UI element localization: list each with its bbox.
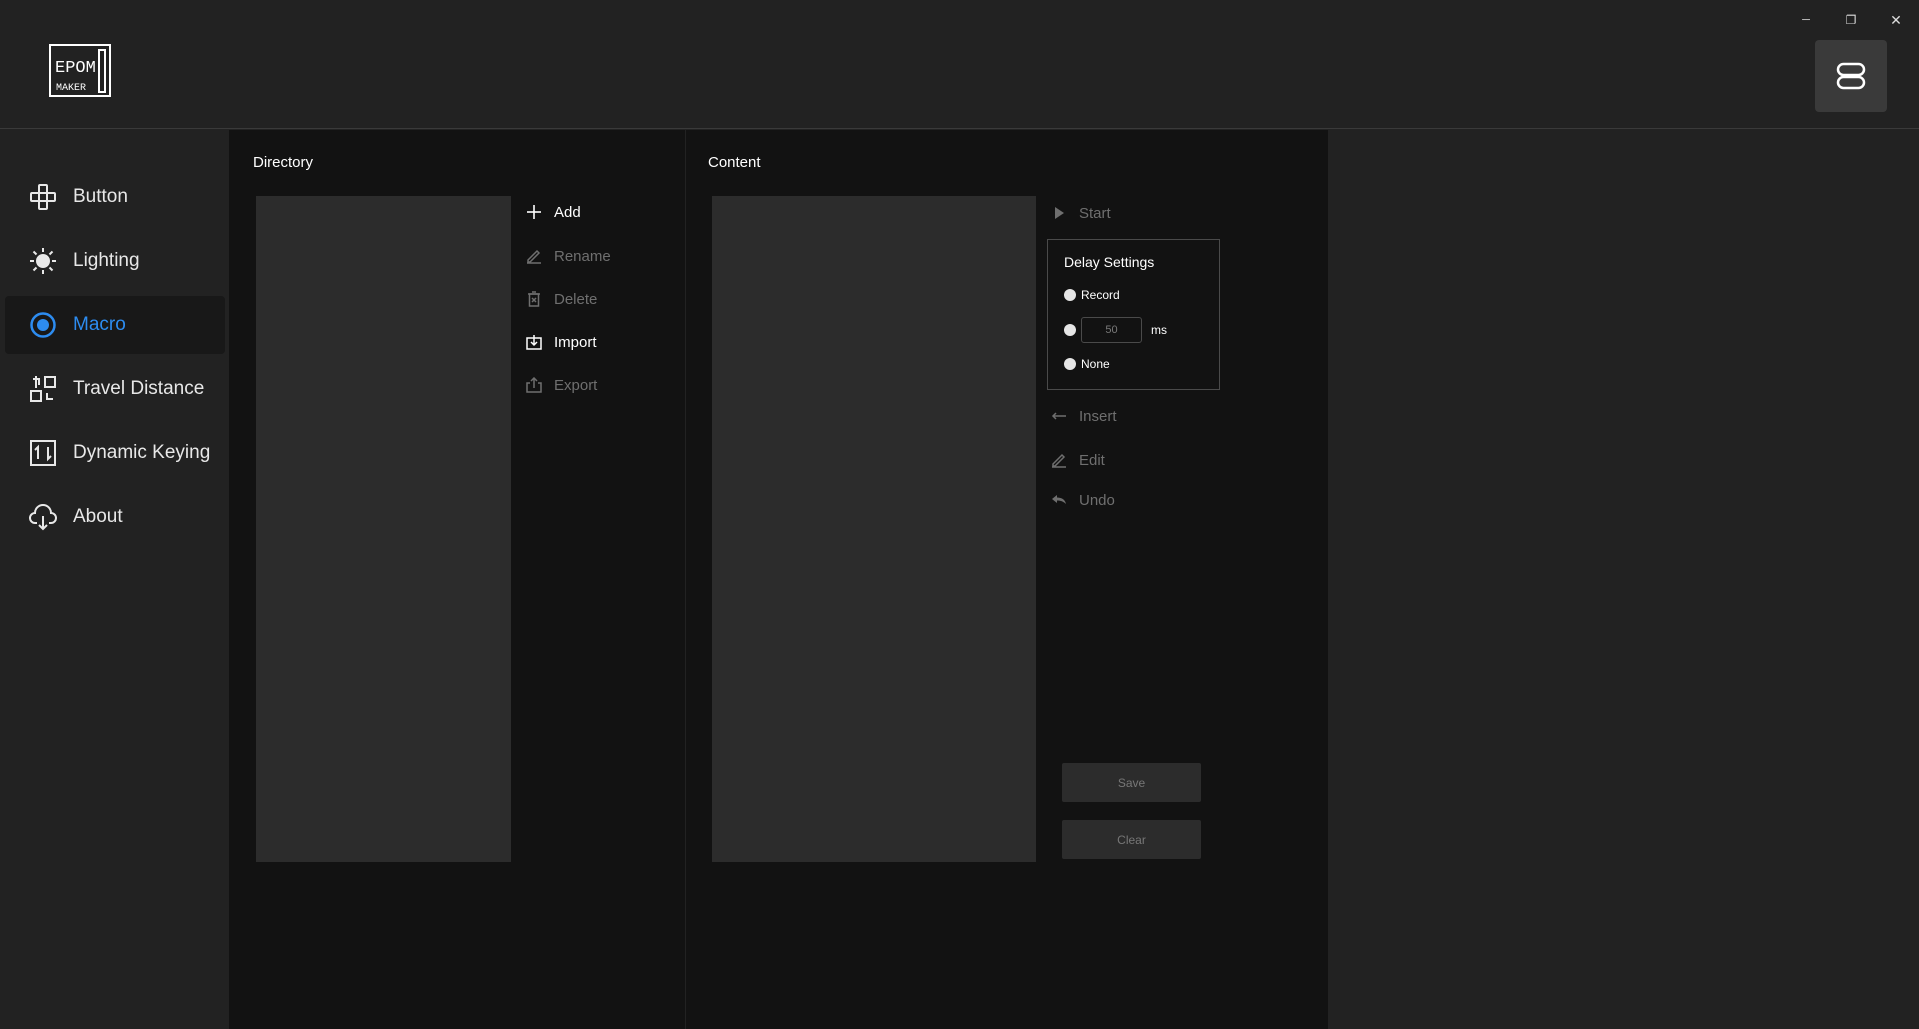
content-panel: Content [686,130,1328,1029]
record-radio[interactable] [1064,289,1076,301]
undo-icon [1050,491,1068,509]
restore-button[interactable]: ❐ [1834,5,1868,35]
directory-title: Directory [253,154,314,171]
gamepad-icon [28,182,58,212]
sidebar-item-lighting[interactable]: Lighting [5,232,225,290]
import-label: Import [554,333,597,351]
insert-label: Insert [1079,407,1117,425]
edit-button[interactable]: Edit [1050,451,1105,469]
sidebar-item-macro[interactable]: Macro [5,296,225,354]
app-window: EPOM MAKER ─ ❐ ✕ Button Lighting Macro T… [0,0,1919,1029]
export-label: Export [554,376,598,394]
sidebar-item-button[interactable]: Button [5,168,225,226]
directory-panel: Directory [229,130,685,1029]
delay-none-option[interactable]: None [1064,357,1110,371]
device-menu-button[interactable] [1815,40,1887,112]
sidebar-item-about[interactable]: About [5,488,225,546]
start-label: Start [1079,204,1111,222]
minimize-button[interactable]: ─ [1789,5,1823,35]
none-radio[interactable] [1064,358,1076,370]
header: EPOM MAKER ─ ❐ ✕ [0,0,1919,129]
rename-button[interactable]: Rename [525,247,611,265]
minimize-icon: ─ [1802,14,1810,26]
pencil-icon [1050,451,1068,469]
macro-content-list[interactable] [712,196,1036,862]
travel-distance-icon [28,374,58,404]
sidebar-item-label: Dynamic Keying [73,442,211,463]
dynamic-keying-icon [28,438,58,468]
clear-button[interactable]: Clear [1062,820,1201,859]
cloud-download-icon [28,502,58,532]
export-button[interactable]: Export [525,376,597,394]
play-icon [1050,204,1068,222]
svg-text:MAKER: MAKER [56,83,86,94]
record-icon [28,310,58,340]
sidebar: Button Lighting Macro Travel Distance Dy… [0,130,229,1029]
sidebar-item-label: Macro [73,314,126,335]
import-icon [525,333,543,351]
ms-radio[interactable] [1064,324,1076,336]
add-button[interactable]: Add [525,203,581,221]
delay-settings-box: Delay Settings Record 50 ms None [1047,239,1220,390]
sidebar-item-label: About [73,506,123,527]
rename-label: Rename [554,247,611,265]
macro-directory-list[interactable] [256,196,511,862]
insert-button[interactable]: Insert [1050,407,1117,425]
ms-unit-label: ms [1151,323,1167,337]
content-title: Content [708,154,761,171]
undo-label: Undo [1079,491,1115,509]
sidebar-item-label: Travel Distance [73,378,205,399]
save-button[interactable]: Save [1062,763,1201,802]
arrow-left-icon [1050,407,1068,425]
delay-ms-input[interactable]: 50 [1081,317,1142,343]
sidebar-item-dynamic-keying[interactable]: Dynamic Keying [5,424,225,482]
delay-ms-option[interactable]: 50 ms [1064,317,1167,343]
none-label: None [1081,357,1110,371]
export-icon [525,376,543,394]
sun-icon [28,246,58,276]
add-label: Add [554,203,581,221]
pencil-icon [525,247,543,265]
sidebar-item-label: Lighting [73,250,140,271]
epomaker-logo: EPOM MAKER [49,44,111,97]
restore-icon: ❐ [1845,13,1857,27]
import-button[interactable]: Import [525,333,597,351]
svg-text:EPOM: EPOM [55,59,96,78]
close-icon: ✕ [1890,11,1902,28]
record-label: Record [1081,288,1120,302]
plus-icon [525,203,543,221]
delay-record-option[interactable]: Record [1064,288,1120,302]
sidebar-item-travel-distance[interactable]: Travel Distance [5,360,225,418]
undo-button[interactable]: Undo [1050,491,1115,509]
start-button[interactable]: Start [1050,204,1111,222]
delay-settings-title: Delay Settings [1064,254,1155,270]
close-button[interactable]: ✕ [1879,5,1913,35]
edit-label: Edit [1079,451,1105,469]
delete-label: Delete [554,290,598,308]
trash-icon [525,290,543,308]
stack-icon [1836,62,1866,90]
sidebar-item-label: Button [73,186,128,207]
delete-button[interactable]: Delete [525,290,597,308]
